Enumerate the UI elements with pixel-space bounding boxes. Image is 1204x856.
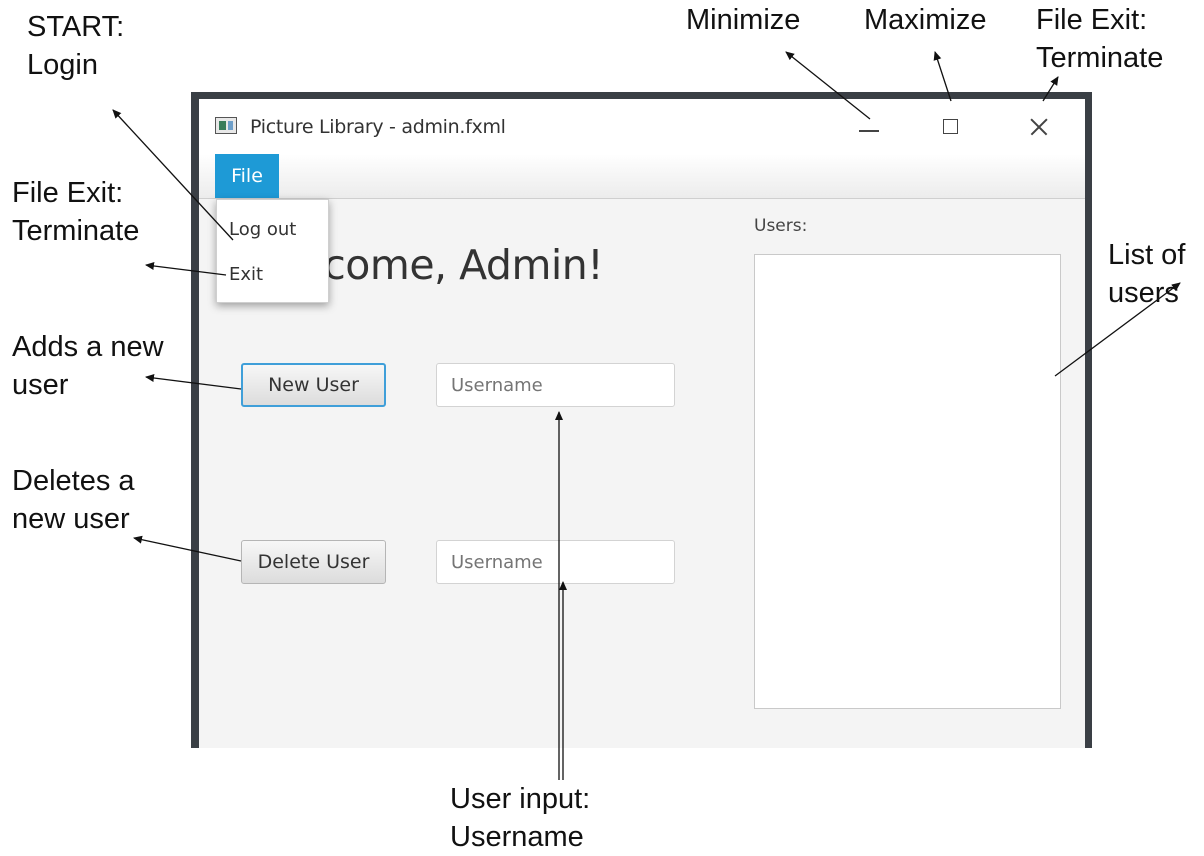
arrow-minimize: [785, 51, 871, 120]
arrow-list-of-users: [1054, 282, 1181, 377]
arrow-deletes-user: [133, 535, 242, 562]
arrow-file-exit-right: [1042, 76, 1059, 102]
arrow-adds-user: [145, 374, 242, 390]
arrow-file-exit-left: [145, 262, 227, 276]
arrow-maximize: [933, 51, 952, 102]
arrow-start-login: [112, 109, 234, 241]
annotation-arrows: [112, 51, 1181, 780]
